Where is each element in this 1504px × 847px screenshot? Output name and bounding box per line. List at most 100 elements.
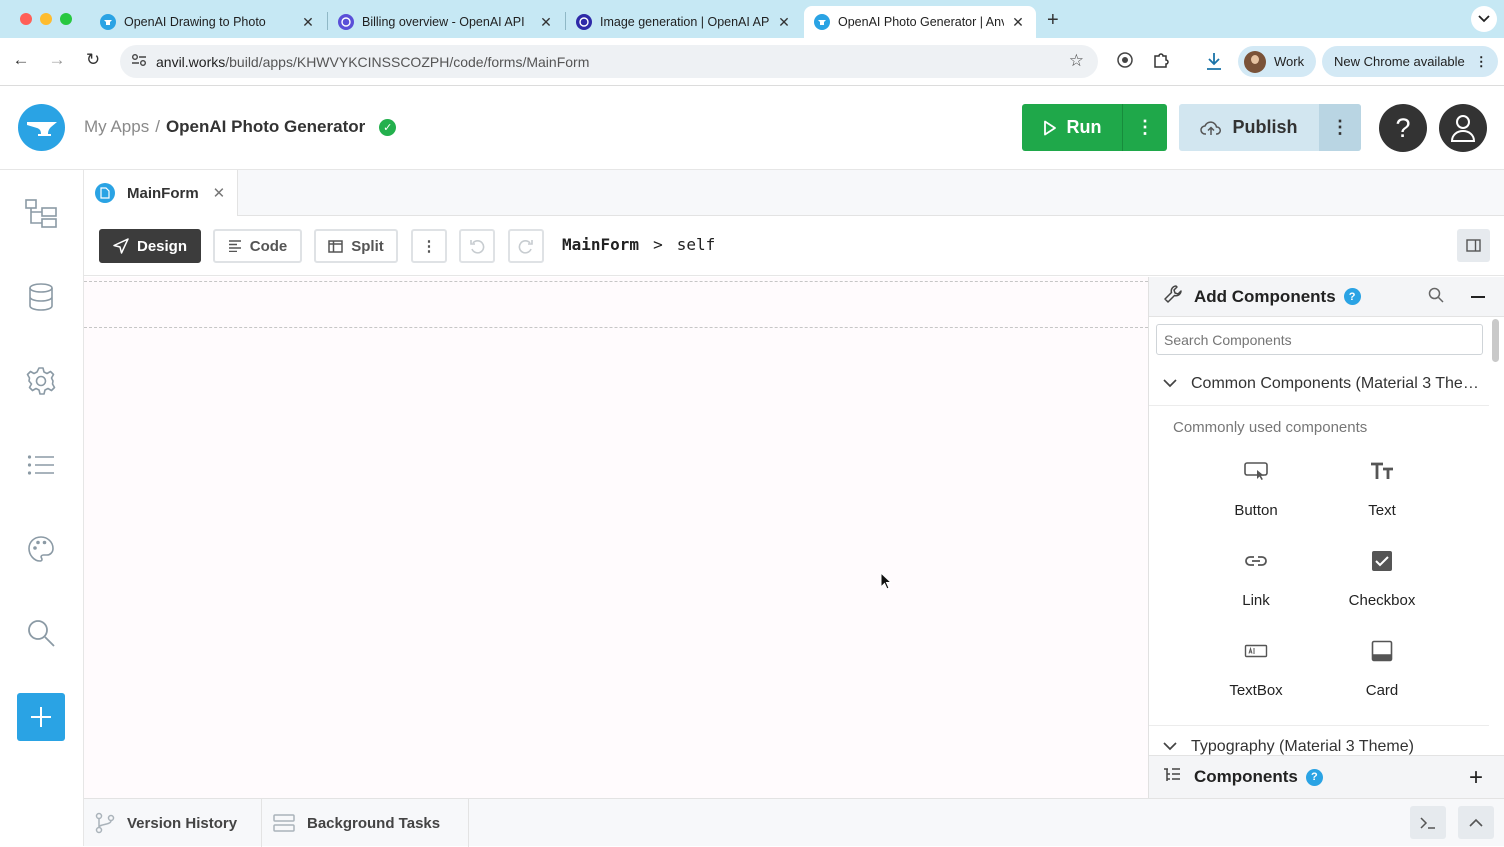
app-name[interactable]: OpenAI Photo Generator	[166, 117, 365, 137]
button-icon	[1243, 454, 1269, 488]
add-components-header: Add Components ?	[1149, 277, 1504, 317]
close-icon[interactable]: ✕	[776, 14, 792, 31]
editor-tab-bar: MainForm ✕	[84, 170, 1504, 216]
account-button[interactable]	[1439, 104, 1487, 152]
editor-toolbar: Design Code Split ⋮ MainForm > self	[84, 216, 1504, 276]
git-branch-icon	[95, 812, 115, 834]
run-button[interactable]: Run	[1022, 104, 1123, 151]
tab-label: MainForm	[127, 184, 199, 202]
close-icon[interactable]: ✕	[1010, 14, 1026, 31]
window-minimize-button[interactable]	[40, 13, 52, 25]
settings-gear-icon[interactable]	[22, 362, 60, 400]
close-icon[interactable]: ✕	[213, 184, 226, 202]
anvil-logo-icon[interactable]	[18, 104, 65, 151]
background-tasks-button[interactable]: Background Tasks	[262, 799, 469, 847]
component-checkbox[interactable]: Checkbox	[1319, 532, 1445, 622]
component-text[interactable]: Text	[1319, 442, 1445, 532]
extension-security-icon[interactable]	[1114, 51, 1136, 74]
split-view-icon	[328, 239, 343, 253]
browser-tab-bar: OpenAI Drawing to Photo ✕ Billing overvi…	[0, 0, 1504, 38]
search-icon[interactable]	[22, 614, 60, 652]
help-badge-icon[interactable]: ?	[1343, 288, 1361, 305]
scrollbar[interactable]	[1492, 319, 1499, 362]
section-title: Typography (Material 3 Theme)	[1191, 738, 1414, 755]
component-button[interactable]: Button	[1193, 442, 1319, 532]
run-options-button[interactable]: ⋮	[1123, 117, 1167, 138]
breadcrumb: My Apps / OpenAI Photo Generator ✓	[84, 117, 397, 137]
undo-icon	[470, 240, 485, 254]
tab-search-button[interactable]	[1471, 6, 1497, 32]
app-browser-icon[interactable]	[22, 194, 60, 232]
component-link[interactable]: Link	[1193, 532, 1319, 622]
profile-button[interactable]: Work	[1238, 46, 1317, 77]
address-bar[interactable]: anvil.works/build/apps/KHWVYKCINSSCOZPH/…	[120, 45, 1098, 78]
breadcrumb-self[interactable]: self	[677, 235, 716, 254]
drop-zone[interactable]	[84, 281, 1148, 328]
component-search-input[interactable]	[1156, 324, 1483, 355]
section-common-components[interactable]: Common Components (Material 3 Theme)	[1149, 362, 1489, 406]
expand-panel-button[interactable]	[1458, 806, 1494, 839]
list-icon[interactable]	[22, 446, 60, 484]
browser-tab-billing[interactable]: Billing overview - OpenAI API ✕	[328, 6, 564, 38]
window-close-button[interactable]	[20, 13, 32, 25]
browser-tab-drawing-to-photo[interactable]: OpenAI Drawing to Photo ✕	[90, 6, 326, 38]
redo-button[interactable]	[508, 229, 544, 263]
more-options-button[interactable]: ⋮	[411, 229, 447, 263]
component-textbox[interactable]: TextBox	[1193, 622, 1319, 712]
database-icon[interactable]	[22, 278, 60, 316]
anvil-icon	[814, 14, 830, 30]
tab-title: Image generation | OpenAI API	[600, 15, 770, 29]
palette-icon[interactable]	[22, 530, 60, 568]
new-tab-button[interactable]: +	[1047, 9, 1059, 32]
site-settings-icon[interactable]	[128, 53, 150, 70]
cloud-upload-icon	[1200, 120, 1222, 135]
design-mode-button[interactable]: Design	[99, 229, 201, 263]
components-title: Components	[1194, 767, 1298, 786]
reload-button[interactable]: ↻	[81, 50, 105, 70]
components-tree-header[interactable]: Components ? +	[1149, 755, 1504, 798]
breadcrumb-form[interactable]: MainForm	[562, 235, 639, 254]
undo-button[interactable]	[459, 229, 495, 263]
help-badge-icon[interactable]: ?	[1305, 768, 1323, 786]
publish-button[interactable]: Publish	[1179, 104, 1319, 151]
window-zoom-button[interactable]	[60, 13, 72, 25]
send-icon	[113, 238, 129, 254]
add-button[interactable]	[17, 693, 65, 741]
design-canvas[interactable]	[84, 277, 1148, 798]
split-mode-button[interactable]: Split	[314, 229, 398, 263]
version-history-button[interactable]: Version History	[84, 799, 262, 847]
code-mode-button[interactable]: Code	[213, 229, 302, 263]
help-button[interactable]: ?	[1379, 104, 1427, 152]
link-icon	[1244, 544, 1268, 578]
extensions-puzzle-icon[interactable]	[1150, 51, 1172, 74]
collapse-panel-button[interactable]	[1471, 296, 1485, 298]
run-button-group: Run ⋮	[1022, 104, 1167, 151]
url-text: anvil.works/build/apps/KHWVYKCINSSCOZPH/…	[156, 53, 590, 70]
browser-tab-photo-generator[interactable]: OpenAI Photo Generator | Anvil ✕	[804, 6, 1036, 38]
tab-title: OpenAI Photo Generator | Anvil	[838, 15, 1004, 29]
tab-title: OpenAI Drawing to Photo	[124, 15, 266, 29]
back-button[interactable]: ←	[9, 50, 33, 70]
component-card[interactable]: Card	[1319, 622, 1445, 712]
user-icon	[1450, 115, 1476, 142]
toggle-panel-button[interactable]	[1457, 229, 1490, 262]
browser-tab-image-generation[interactable]: Image generation | OpenAI API ✕	[566, 6, 802, 38]
sidebar-right-icon	[1466, 239, 1481, 252]
plus-icon[interactable]: +	[1469, 764, 1483, 792]
publish-options-button[interactable]: ⋮	[1319, 104, 1361, 151]
terminal-button[interactable]	[1410, 806, 1446, 839]
section-subtitle: Commonly used components	[1173, 419, 1368, 436]
close-icon[interactable]: ✕	[300, 14, 316, 31]
chrome-update-button[interactable]: New Chrome available ⋮	[1322, 46, 1498, 77]
redo-icon	[518, 240, 533, 254]
close-icon[interactable]: ✕	[538, 14, 554, 31]
editor-tab-mainform[interactable]: MainForm ✕	[84, 170, 238, 216]
bookmark-star-icon[interactable]: ☆	[1069, 51, 1084, 71]
my-apps-link[interactable]: My Apps	[84, 117, 149, 137]
search-icon[interactable]	[1428, 287, 1444, 308]
download-icon[interactable]	[1203, 51, 1225, 76]
more-vert-icon: ⋮	[1474, 53, 1488, 69]
forward-button[interactable]: →	[45, 50, 69, 70]
form-file-icon	[95, 183, 115, 203]
update-label: New Chrome available	[1334, 54, 1465, 69]
